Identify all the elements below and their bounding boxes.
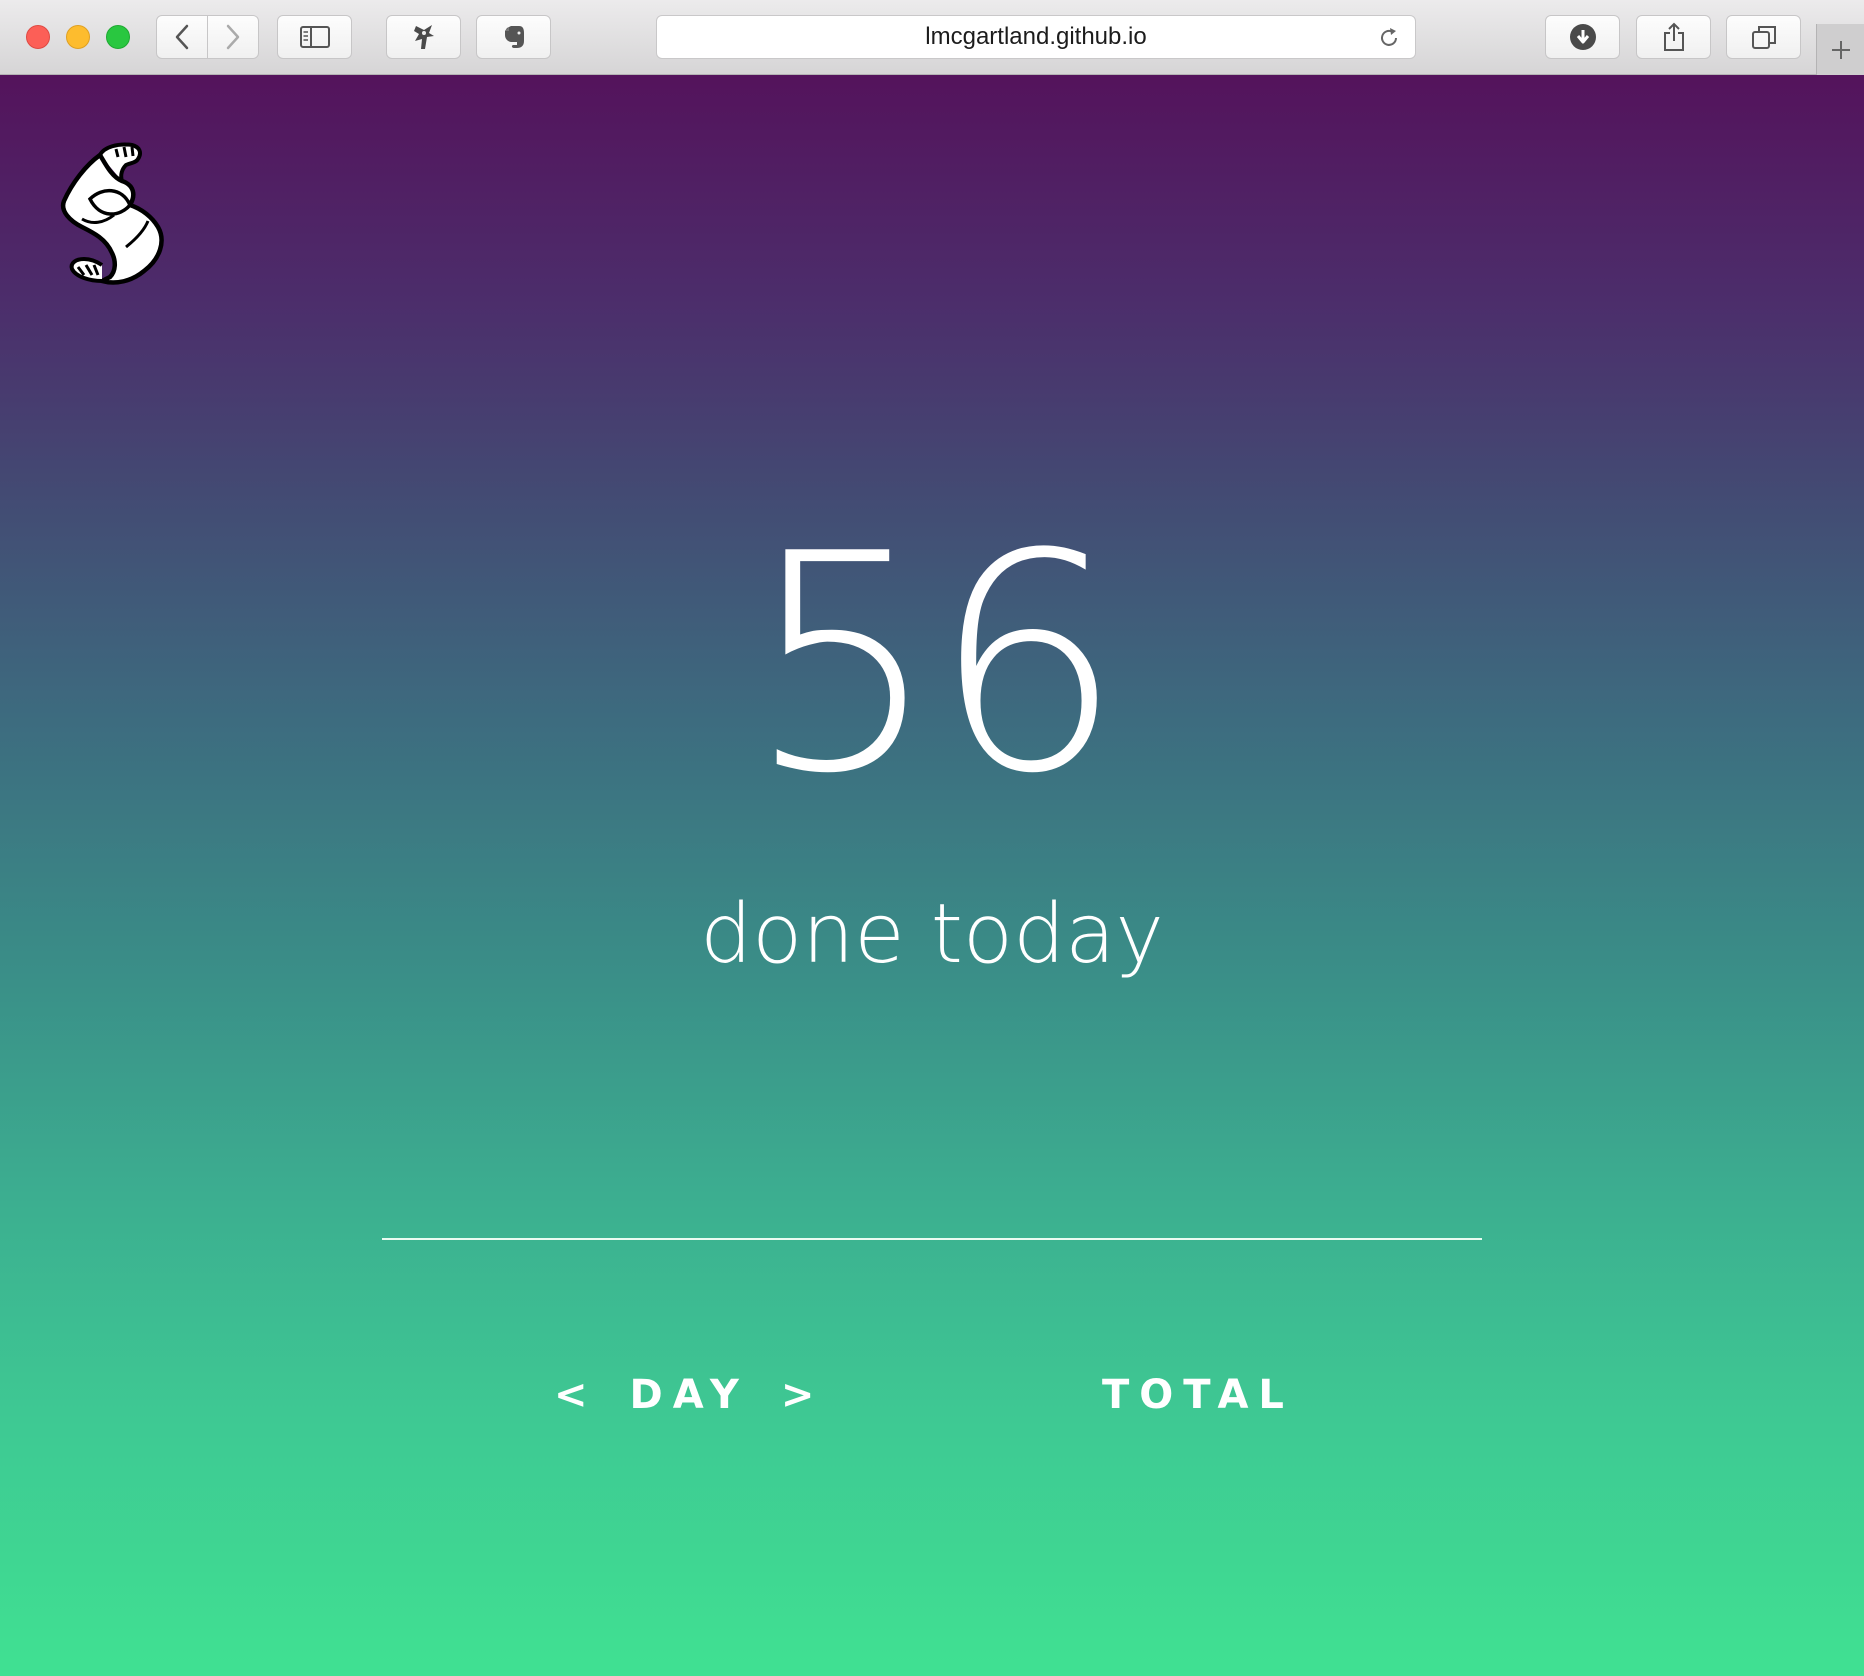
extension-ninja-button[interactable] — [386, 15, 461, 59]
sidebar-toggle-button[interactable] — [277, 15, 352, 59]
downloads-button[interactable] — [1545, 15, 1620, 59]
chevron-right-icon — [226, 24, 240, 50]
sidebar-icon — [299, 26, 330, 48]
chevron-left-icon — [175, 24, 189, 50]
forward-button[interactable] — [207, 15, 259, 59]
count-caption: done today — [700, 887, 1164, 982]
done-count: 56 — [747, 490, 1123, 839]
extension-evernote-button[interactable] — [476, 15, 551, 59]
ninja-extension-icon — [413, 25, 434, 49]
share-icon — [1663, 22, 1684, 51]
browser-toolbar: lmcgartland.github.io — [0, 0, 1864, 75]
logo — [56, 135, 166, 295]
reload-icon — [1381, 28, 1397, 46]
maximize-window-button[interactable] — [106, 25, 130, 49]
share-button[interactable] — [1636, 15, 1711, 59]
reload-button[interactable] — [1377, 26, 1401, 54]
new-tab-button[interactable] — [1816, 24, 1864, 75]
tabs-overview-icon — [1751, 26, 1776, 49]
plus-icon — [1831, 40, 1850, 59]
total-tab[interactable]: TOTAL — [1102, 1370, 1294, 1420]
browser-window: lmcgartland.github.io 56 done today < DA… — [0, 0, 1864, 1676]
page-content: 56 done today < DAY > TOTAL — [0, 75, 1864, 1676]
back-button[interactable] — [156, 15, 208, 59]
divider — [382, 1238, 1482, 1240]
tab-overview-button[interactable] — [1726, 15, 1801, 59]
url-text: lmcgartland.github.io — [925, 23, 1147, 50]
address-bar[interactable]: lmcgartland.github.io — [656, 15, 1416, 59]
close-window-button[interactable] — [26, 25, 50, 49]
day-selector: < DAY > — [536, 1370, 842, 1420]
minimize-window-button[interactable] — [66, 25, 90, 49]
flexing-arm-icon — [60, 142, 164, 285]
day-tab-label[interactable]: DAY — [616, 1370, 763, 1420]
download-icon — [1569, 24, 1596, 50]
previous-day-button[interactable]: < — [536, 1370, 616, 1420]
evernote-elephant-icon — [504, 26, 524, 48]
next-day-button[interactable]: > — [763, 1370, 843, 1420]
